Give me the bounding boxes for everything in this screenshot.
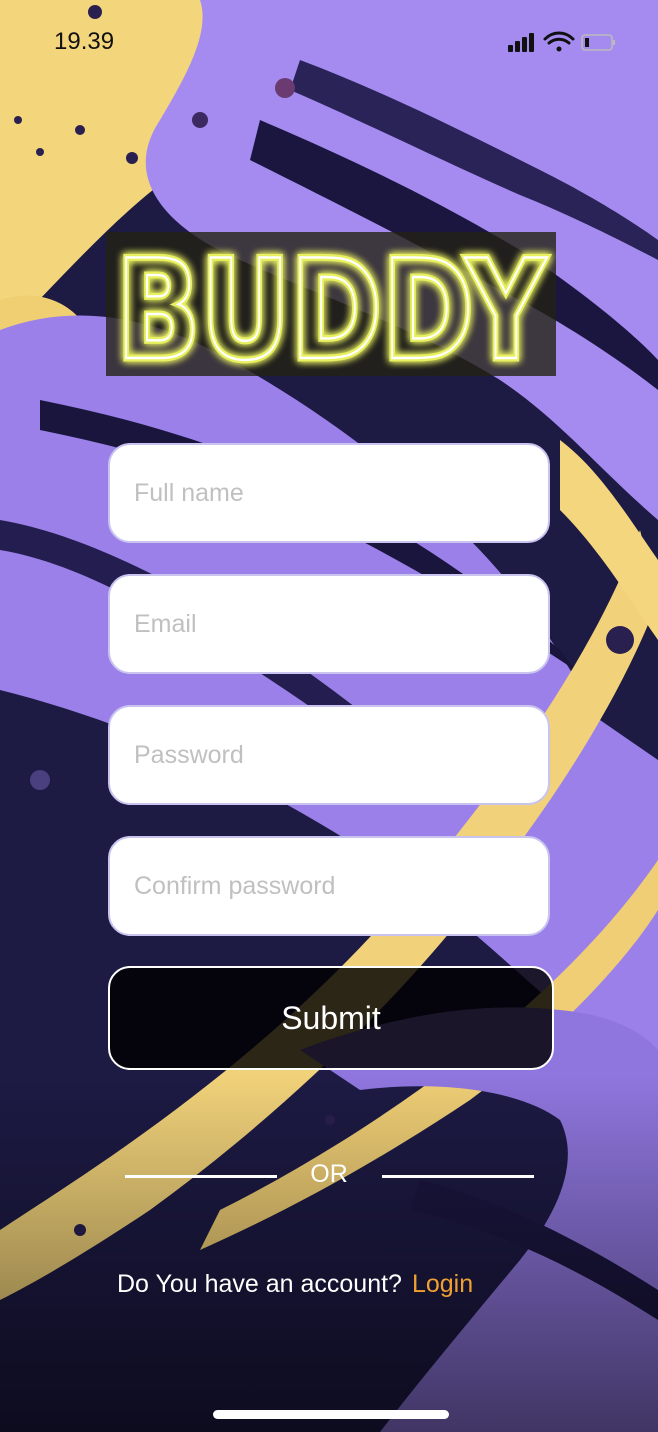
login-prompt: Do You have an account? Login <box>117 1270 473 1299</box>
status-icons <box>508 31 615 52</box>
confirm-password-input[interactable] <box>108 836 550 936</box>
home-indicator[interactable] <box>213 1410 449 1419</box>
full-name-input[interactable] <box>108 443 550 543</box>
wifi-icon <box>543 31 575 52</box>
login-link[interactable]: Login <box>412 1270 473 1298</box>
submit-button[interactable]: Submit <box>108 966 554 1070</box>
divider-line-right <box>382 1175 534 1178</box>
battery-icon <box>581 34 615 51</box>
or-label: OR <box>310 1160 348 1188</box>
email-input[interactable] <box>108 574 550 674</box>
password-input[interactable] <box>108 705 550 805</box>
account-question: Do You have an account? <box>117 1270 402 1298</box>
app-logo: BUDDY BUDDY <box>106 232 556 376</box>
status-time: 19.39 <box>54 28 115 55</box>
divider-line-left <box>125 1175 277 1178</box>
logo-text-outline: BUDDY <box>116 232 548 376</box>
cellular-signal-icon <box>508 33 534 52</box>
or-divider: OR <box>0 1152 658 1202</box>
status-bar: 19.39 <box>0 0 658 90</box>
